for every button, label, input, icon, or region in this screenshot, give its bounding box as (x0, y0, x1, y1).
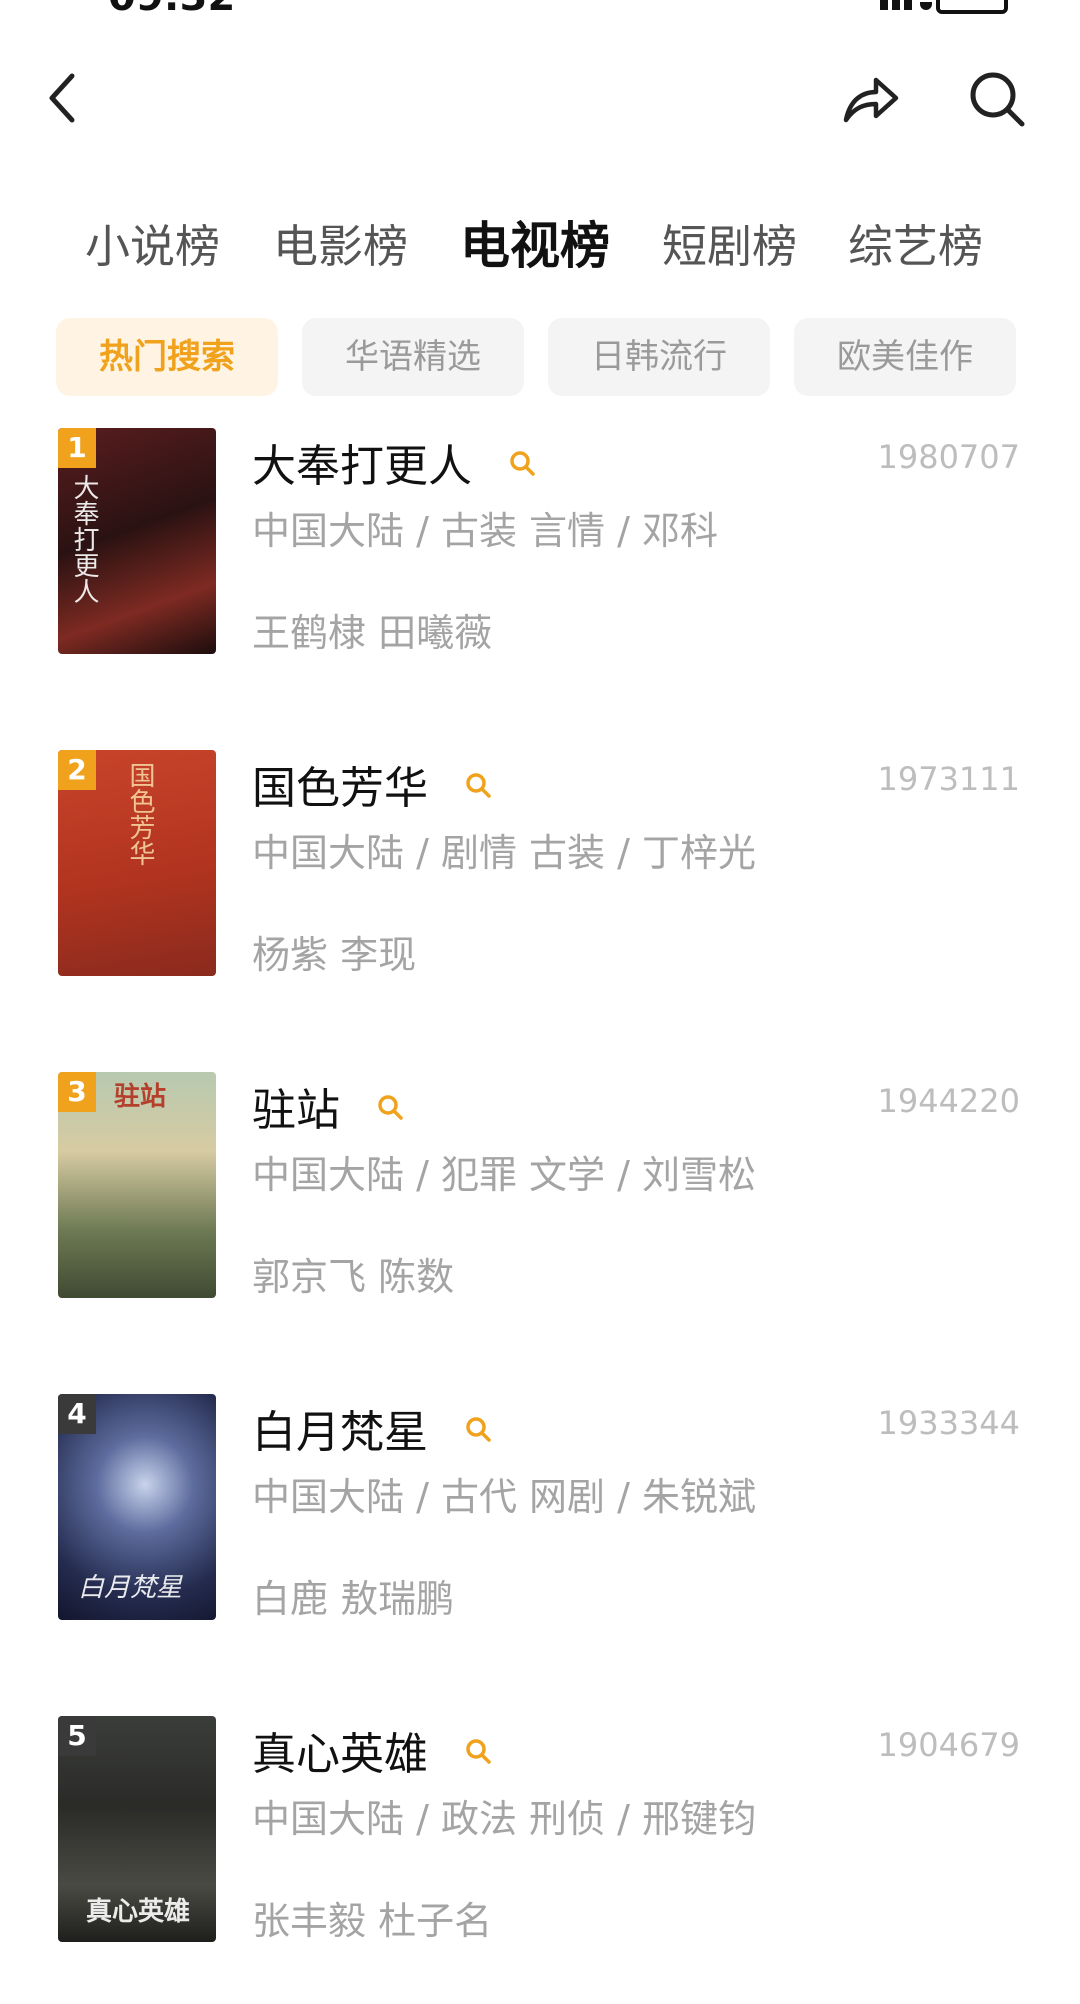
heat-value: 1973111 (877, 760, 1020, 798)
rank-badge: 1 (58, 428, 96, 468)
poster-image: 白月梵星 4 (58, 1394, 216, 1620)
signal-icon-bar (904, 0, 912, 10)
tab-novel[interactable]: 小说榜 (85, 210, 220, 275)
status-time: 09:32 (108, 0, 235, 18)
drama-meta: 中国大陆 / 政法 刑侦 / 邢键钧 (252, 1797, 757, 1841)
heat-value: 1904679 (877, 1726, 1020, 1764)
search-button[interactable] (966, 68, 1028, 130)
wifi-icon (920, 2, 932, 10)
drama-title-text: 驻站 (252, 1085, 340, 1136)
heat-value: 1944220 (877, 1082, 1020, 1120)
drama-cast: 张丰毅 杜子名 (252, 1899, 493, 1943)
list-item[interactable]: 国色芳华 2 国色芳华 1973111 中国大陆 / 剧情 古装 / 丁梓光 杨… (0, 750, 1080, 990)
poster-title-text: 真心英雄 (86, 1897, 191, 1927)
rank-badge: 4 (58, 1394, 96, 1434)
drama-title[interactable]: 驻站 (252, 1074, 404, 1138)
drama-title[interactable]: 国色芳华 (252, 752, 492, 816)
drama-title[interactable]: 白月梵星 (252, 1396, 492, 1460)
list-item[interactable]: 白月梵星 4 白月梵星 1933344 中国大陆 / 古代 网剧 / 朱锐斌 白… (0, 1394, 1080, 1634)
drama-meta: 中国大陆 / 犯罪 文学 / 刘雪松 (252, 1153, 757, 1197)
tab-short-drama[interactable]: 短剧榜 (662, 210, 797, 275)
heat-value: 1933344 (877, 1404, 1020, 1442)
tab-variety[interactable]: 综艺榜 (848, 210, 983, 275)
drama-cast: 王鹤棣 田曦薇 (252, 611, 493, 655)
search-icon (970, 72, 1025, 127)
search-icon[interactable] (464, 771, 492, 799)
share-icon (843, 77, 899, 123)
signal-icon (880, 0, 888, 10)
poster-image: 驻站 3 (58, 1072, 216, 1298)
search-icon[interactable] (464, 1737, 492, 1765)
status-bar: 09:32 (0, 0, 1080, 18)
battery-icon (936, 0, 1008, 14)
rank-badge: 3 (58, 1072, 96, 1112)
drama-meta: 中国大陆 / 古代 网剧 / 朱锐斌 (252, 1475, 757, 1519)
poster-title-text: 驻站 (114, 1082, 167, 1112)
list-item[interactable]: 大奉打更人 1 大奉打更人 1980707 中国大陆 / 古装 言情 / 邓科 … (0, 428, 1080, 668)
filter-chips: 热门搜索 华语精选 日韩流行 欧美佳作 (0, 318, 1080, 398)
drama-cast: 杨紫 李现 (252, 933, 417, 977)
rank-badge: 2 (58, 750, 96, 790)
drama-title[interactable]: 大奉打更人 (252, 430, 536, 494)
poster-image: 国色芳华 2 (58, 750, 216, 976)
signal-icon-bar (892, 0, 900, 10)
poster-image: 大奉打更人 1 (58, 428, 216, 654)
poster-title-text: 大奉打更人 (69, 474, 99, 604)
poster-title-text: 国色芳华 (125, 762, 155, 866)
chip-western[interactable]: 欧美佳作 (794, 318, 1016, 396)
drama-cast: 郭京飞 陈数 (252, 1255, 455, 1299)
drama-title-text: 大奉打更人 (252, 441, 472, 492)
chip-hot-search[interactable]: 热门搜索 (56, 318, 278, 396)
tab-movie[interactable]: 电影榜 (273, 210, 408, 275)
search-icon[interactable] (508, 449, 536, 477)
back-button[interactable] (42, 66, 90, 130)
rank-badge: 5 (58, 1716, 96, 1756)
drama-title-text: 白月梵星 (252, 1407, 428, 1458)
share-button[interactable] (840, 68, 902, 128)
drama-meta: 中国大陆 / 剧情 古装 / 丁梓光 (252, 831, 757, 875)
drama-title-text: 国色芳华 (252, 763, 428, 814)
chip-japan-korea[interactable]: 日韩流行 (548, 318, 770, 396)
chip-chinese[interactable]: 华语精选 (302, 318, 524, 396)
drama-meta: 中国大陆 / 古装 言情 / 邓科 (252, 509, 719, 553)
list-item[interactable]: 真心英雄 5 真心英雄 1904679 中国大陆 / 政法 刑侦 / 邢键钧 张… (0, 1716, 1080, 1956)
list-item[interactable]: 驻站 3 驻站 1944220 中国大陆 / 犯罪 文学 / 刘雪松 郭京飞 陈… (0, 1072, 1080, 1312)
search-icon[interactable] (464, 1415, 492, 1443)
poster-title-text: 白月梵星 (78, 1573, 183, 1603)
tab-tv[interactable]: 电视榜 (460, 206, 610, 278)
chevron-left-icon (49, 73, 75, 123)
drama-title-text: 真心英雄 (252, 1729, 428, 1780)
category-tabs: 小说榜 电影榜 电视榜 短剧榜 综艺榜 (0, 210, 1080, 290)
search-icon[interactable] (376, 1093, 404, 1121)
drama-cast: 白鹿 敖瑞鹏 (252, 1577, 455, 1621)
heat-value: 1980707 (877, 438, 1020, 476)
drama-title[interactable]: 真心英雄 (252, 1718, 492, 1782)
poster-image: 真心英雄 5 (58, 1716, 216, 1942)
